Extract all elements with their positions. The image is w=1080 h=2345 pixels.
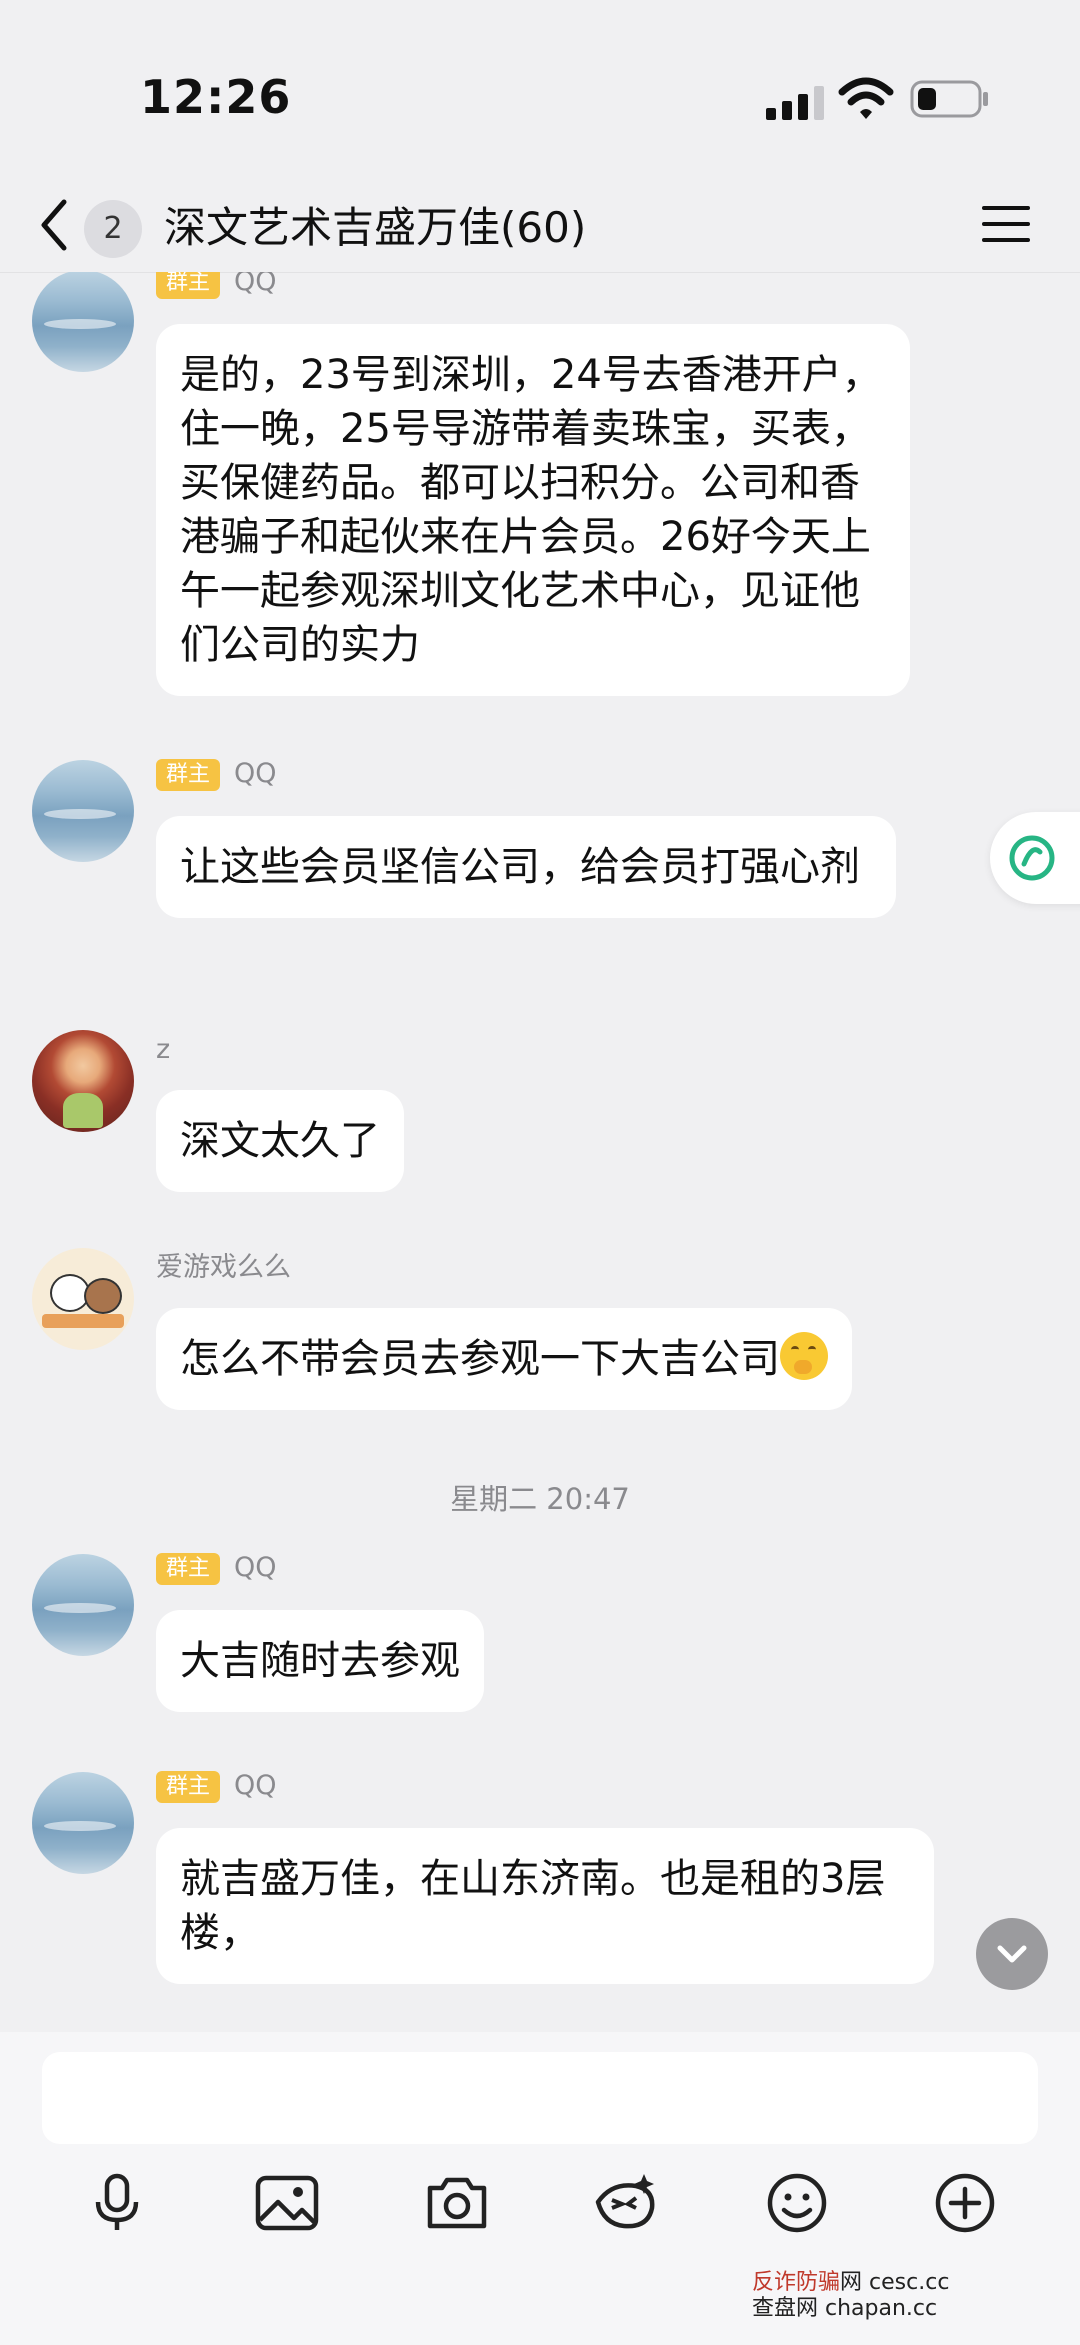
microphone-icon[interactable] — [82, 2168, 152, 2238]
sender-name: QQ — [234, 1552, 277, 1583]
avatar[interactable] — [32, 1030, 134, 1132]
message-text: 怎么不带会员去参观一下大吉公司 — [180, 1336, 780, 1382]
wifi-icon — [838, 77, 894, 119]
group-owner-badge: 群主 — [156, 758, 221, 791]
group-owner-badge: 群主 — [156, 1552, 221, 1585]
group-owner-badge: 群主 — [156, 272, 221, 299]
message-bubble[interactable]: 是的，23号到深圳，24号去香港开户，住一晚，25号导游带着卖珠宝，买表，买保健… — [156, 324, 910, 696]
sender-name: QQ — [234, 758, 277, 789]
sender-line: 群主 QQ — [156, 1768, 277, 1804]
scroll-to-bottom-button[interactable] — [976, 1918, 1048, 1990]
camera-icon[interactable] — [422, 2168, 492, 2238]
unread-count-badge[interactable]: 2 — [84, 200, 142, 258]
menu-icon[interactable] — [980, 198, 1032, 250]
message-bubble[interactable]: 深文太久了 — [156, 1090, 404, 1192]
message-bubble[interactable]: 怎么不带会员去参观一下大吉公司 — [156, 1308, 852, 1410]
status-time: 12:26 — [140, 70, 292, 124]
plus-icon[interactable] — [930, 2168, 1000, 2238]
watermark-text: 网 — [840, 2270, 863, 2295]
message-list[interactable]: 群主 QQ 是的，23号到深圳，24号去香港开户，住一晚，25号导游带着卖珠宝，买… — [0, 272, 1080, 2032]
chevron-down-icon — [997, 1945, 1027, 1963]
image-icon[interactable] — [252, 2168, 322, 2238]
avatar[interactable] — [32, 760, 134, 862]
cellular-signal-icon — [766, 86, 824, 120]
chat-screen: 12:26 2 深文艺术吉盛万佳(60) 群主 QQ 是的，23号到深圳，24号… — [0, 0, 1080, 2345]
emoji-icon[interactable] — [762, 2168, 832, 2238]
watermark-text: cesc.cc — [869, 2270, 950, 2295]
watermark-text: chapan.cc — [825, 2296, 938, 2321]
message-input[interactable] — [42, 2052, 1038, 2144]
battery-icon — [910, 80, 988, 118]
source-watermark: 反诈防骗网 cesc.cc 查盘网 chapan.cc — [752, 2270, 949, 2322]
watermark-text: 反诈 — [752, 2270, 797, 2295]
watermark-text: 防骗 — [796, 2270, 841, 2295]
sender-line: 群主 QQ — [156, 272, 277, 300]
avatar[interactable] — [32, 272, 134, 372]
thinking-face-emoji-icon — [780, 1332, 828, 1380]
avatar[interactable] — [32, 1772, 134, 1874]
sender-name: QQ — [234, 272, 277, 297]
sticker-icon[interactable] — [592, 2168, 662, 2238]
message-bubble[interactable]: 让这些会员坚信公司，给会员打强心剂 — [156, 816, 896, 918]
sender-name: 爱游戏么么 — [156, 1252, 291, 1283]
chat-header: 2 深文艺术吉盛万佳(60) — [0, 180, 1080, 273]
group-title[interactable]: 深文艺术吉盛万佳(60) — [164, 194, 586, 255]
avatar[interactable] — [32, 1248, 134, 1350]
group-owner-badge: 群主 — [156, 1770, 221, 1803]
sender-name: QQ — [234, 1770, 277, 1801]
watermark-text: 查盘网 — [752, 2296, 819, 2321]
status-bar: 12:26 — [0, 0, 1080, 180]
sender-line: 群主 QQ — [156, 756, 277, 792]
avatar[interactable] — [32, 1554, 134, 1656]
back-chevron-icon[interactable] — [34, 190, 74, 260]
assistant-logo-icon — [1009, 835, 1055, 881]
message-bubble[interactable]: 大吉随时去参观 — [156, 1610, 484, 1712]
message-bubble[interactable]: 就吉盛万佳，在山东济南。也是租的3层楼， — [156, 1828, 934, 1984]
time-divider: 星期二 20:47 — [450, 1482, 630, 1516]
sender-line: 群主 QQ — [156, 1550, 277, 1586]
floating-assistant-button[interactable] — [990, 812, 1080, 904]
sender-name: z — [156, 1034, 171, 1065]
